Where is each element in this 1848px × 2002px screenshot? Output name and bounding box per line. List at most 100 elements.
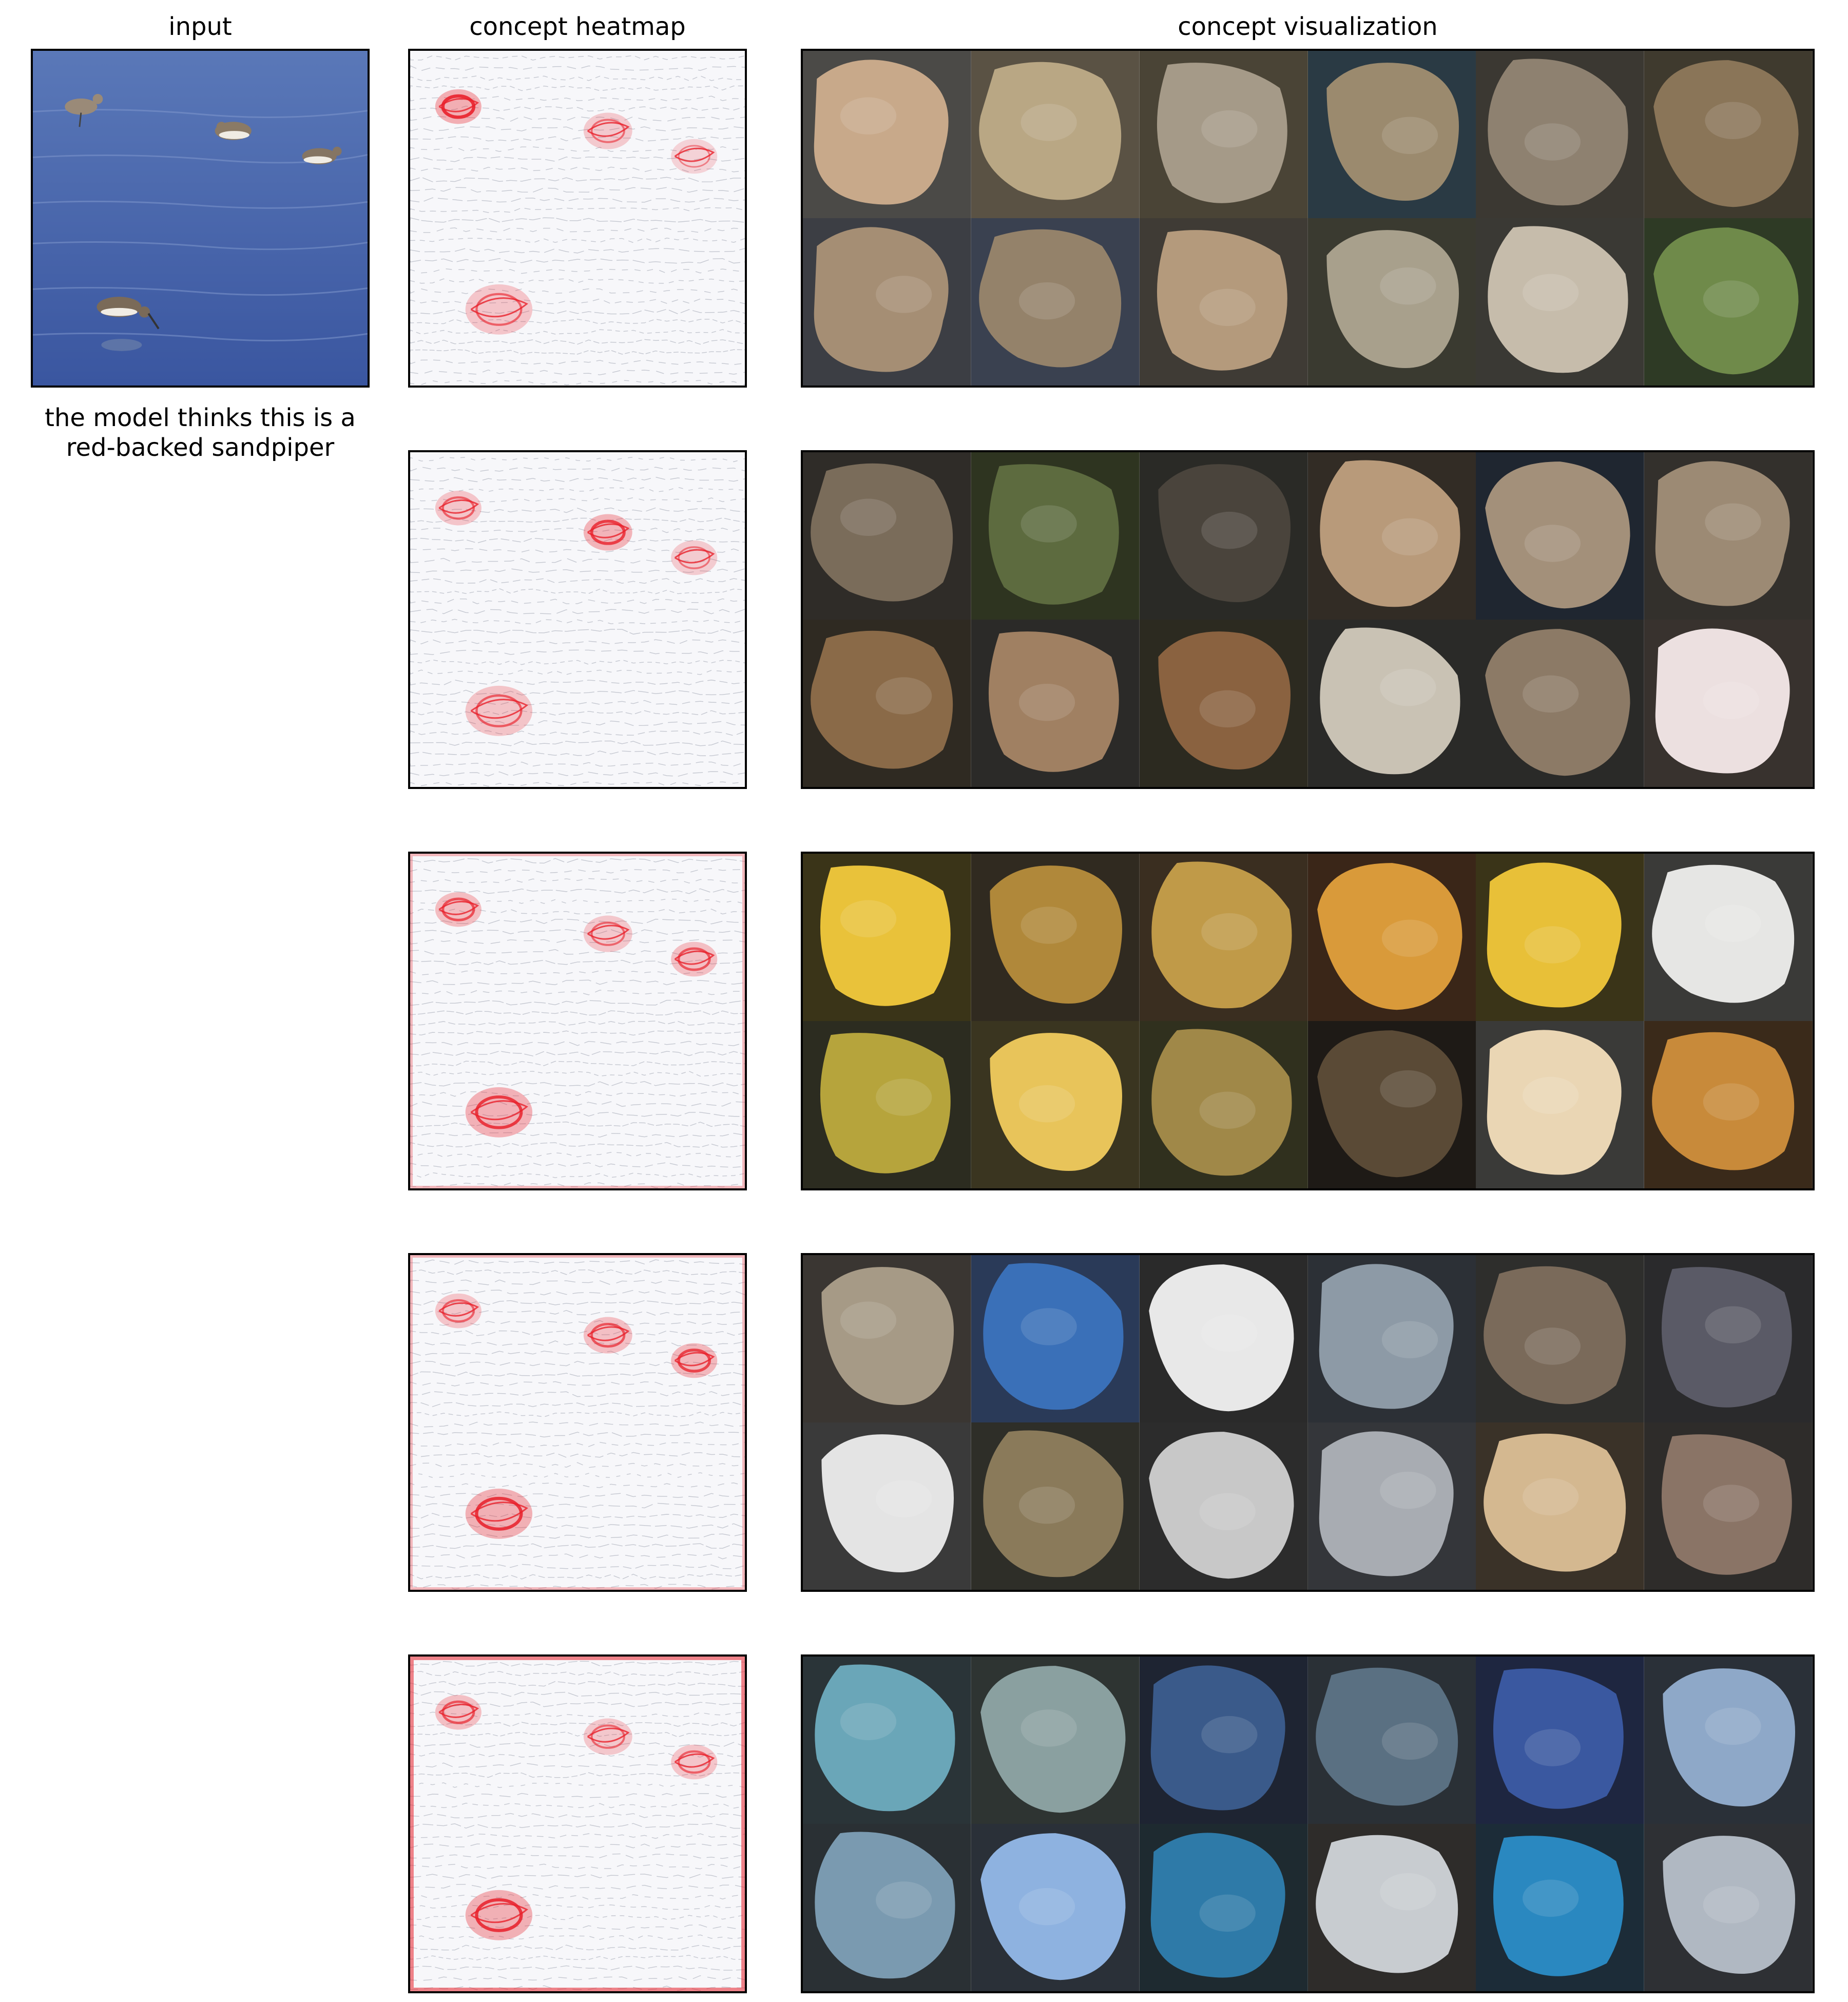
region-shading (1381, 1321, 1438, 1359)
concept-example-tile (1644, 1657, 1813, 1824)
concept-example-image (1139, 620, 1308, 787)
concept-example-image (1139, 854, 1308, 1021)
concept-example-tile (1307, 1255, 1476, 1422)
concept-example-tile (971, 1422, 1140, 1590)
concept-example-tile (803, 1824, 971, 1991)
region-shading (1705, 102, 1761, 140)
region-shading (1199, 1091, 1256, 1129)
concept-example-image (1644, 218, 1813, 386)
region-shading (1021, 505, 1077, 543)
concept-example-tile (1644, 1824, 1813, 1991)
concept-example-tile (1476, 1657, 1645, 1824)
concept-example-image (1644, 620, 1813, 787)
region-shading (1379, 1070, 1436, 1108)
concept-example-tile (1644, 218, 1813, 386)
concept-example-tile (1307, 854, 1476, 1021)
visualization-column-title: concept visualization (1178, 12, 1438, 41)
concept-example-tile (1644, 452, 1813, 620)
concept-heatmap (408, 1253, 747, 1592)
concept-example-tile (1644, 1422, 1813, 1590)
concept-example-tile (1476, 854, 1645, 1021)
concept-example-image (1139, 1422, 1308, 1590)
concept-example-image (971, 1021, 1140, 1188)
region-shading (1703, 280, 1760, 318)
concept-example-image (1476, 1824, 1645, 1991)
region-shading (1021, 1709, 1077, 1747)
region-shading (1021, 907, 1077, 944)
concept-example-image (803, 1657, 971, 1824)
concept-example-image (1139, 218, 1308, 386)
region-shading (1525, 1327, 1581, 1365)
concept-example-image (1307, 1021, 1476, 1188)
region-shading (1201, 913, 1258, 951)
region-shading (1381, 518, 1438, 556)
concept-heatmap (408, 49, 747, 388)
region-shading (1705, 1707, 1761, 1745)
concept-example-tile (1476, 1422, 1645, 1590)
region-shading (1018, 1888, 1075, 1926)
concept-visualization-grid (801, 450, 1815, 789)
region-shading (1201, 511, 1258, 549)
concept-example-tile (971, 620, 1140, 787)
concept-example-tile (1307, 51, 1476, 218)
concept-example-tile (1139, 452, 1308, 620)
region-shading (1703, 682, 1760, 719)
region-shading (1523, 1478, 1579, 1516)
concept-example-tile (1644, 51, 1813, 218)
concept-example-image (803, 620, 971, 787)
concept-example-image (971, 218, 1140, 386)
heatmap-drawing (410, 1657, 745, 1991)
concept-example-tile (971, 218, 1140, 386)
heat-blob (465, 284, 533, 335)
concept-example-tile (1139, 1657, 1308, 1824)
concept-example-image (1476, 452, 1645, 620)
concept-example-image (1644, 452, 1813, 620)
heatmap-drawing (410, 854, 745, 1188)
region-shading (1523, 274, 1579, 312)
concept-example-tile (1307, 218, 1476, 386)
concept-example-tile (1139, 620, 1308, 787)
region-shading (1525, 525, 1581, 562)
region-shading (1018, 1085, 1075, 1123)
concept-example-tile (1476, 218, 1645, 386)
region-shading (1525, 926, 1581, 964)
region-shading (876, 276, 932, 313)
concept-example-tile (1476, 1824, 1645, 1991)
concept-example-image (1139, 1824, 1308, 1991)
region-shading (840, 498, 897, 536)
concept-example-image (1644, 1021, 1813, 1188)
concept-example-tile (971, 1657, 1140, 1824)
concept-example-tile (1139, 51, 1308, 218)
concept-example-image (803, 854, 971, 1021)
concept-example-image (1644, 51, 1813, 218)
concept-example-image (803, 1255, 971, 1422)
concept-example-image (1307, 1824, 1476, 1991)
concept-example-image (1644, 1255, 1813, 1422)
sandpiper-2 (215, 122, 252, 140)
concept-example-tile (1139, 854, 1308, 1021)
concept-example-tile (803, 1422, 971, 1590)
region-shading (1201, 1314, 1258, 1352)
concept-example-tile (803, 1021, 971, 1188)
region-shading (1018, 282, 1075, 320)
concept-example-image (803, 452, 971, 620)
concept-visualization-grid (801, 1654, 1815, 1993)
concept-example-image (1139, 51, 1308, 218)
concept-example-tile (1307, 620, 1476, 787)
concept-visualization-grid (801, 1253, 1815, 1592)
concept-example-tile (1644, 854, 1813, 1021)
highlighted-region (1319, 1431, 1454, 1576)
concept-example-tile (1139, 1824, 1308, 1991)
concept-example-tile (803, 854, 971, 1021)
concept-example-tile (971, 1255, 1140, 1422)
concept-example-image (1307, 218, 1476, 386)
concept-example-image (971, 51, 1140, 218)
concept-heatmap (408, 1654, 747, 1993)
concept-example-tile (1476, 452, 1645, 620)
concept-example-image (971, 1255, 1140, 1422)
concept-example-image (1644, 1824, 1813, 1991)
region-shading (1705, 904, 1761, 942)
concept-example-image (1139, 1657, 1308, 1824)
concept-example-image (803, 218, 971, 386)
concept-visualization-grid (801, 49, 1815, 388)
